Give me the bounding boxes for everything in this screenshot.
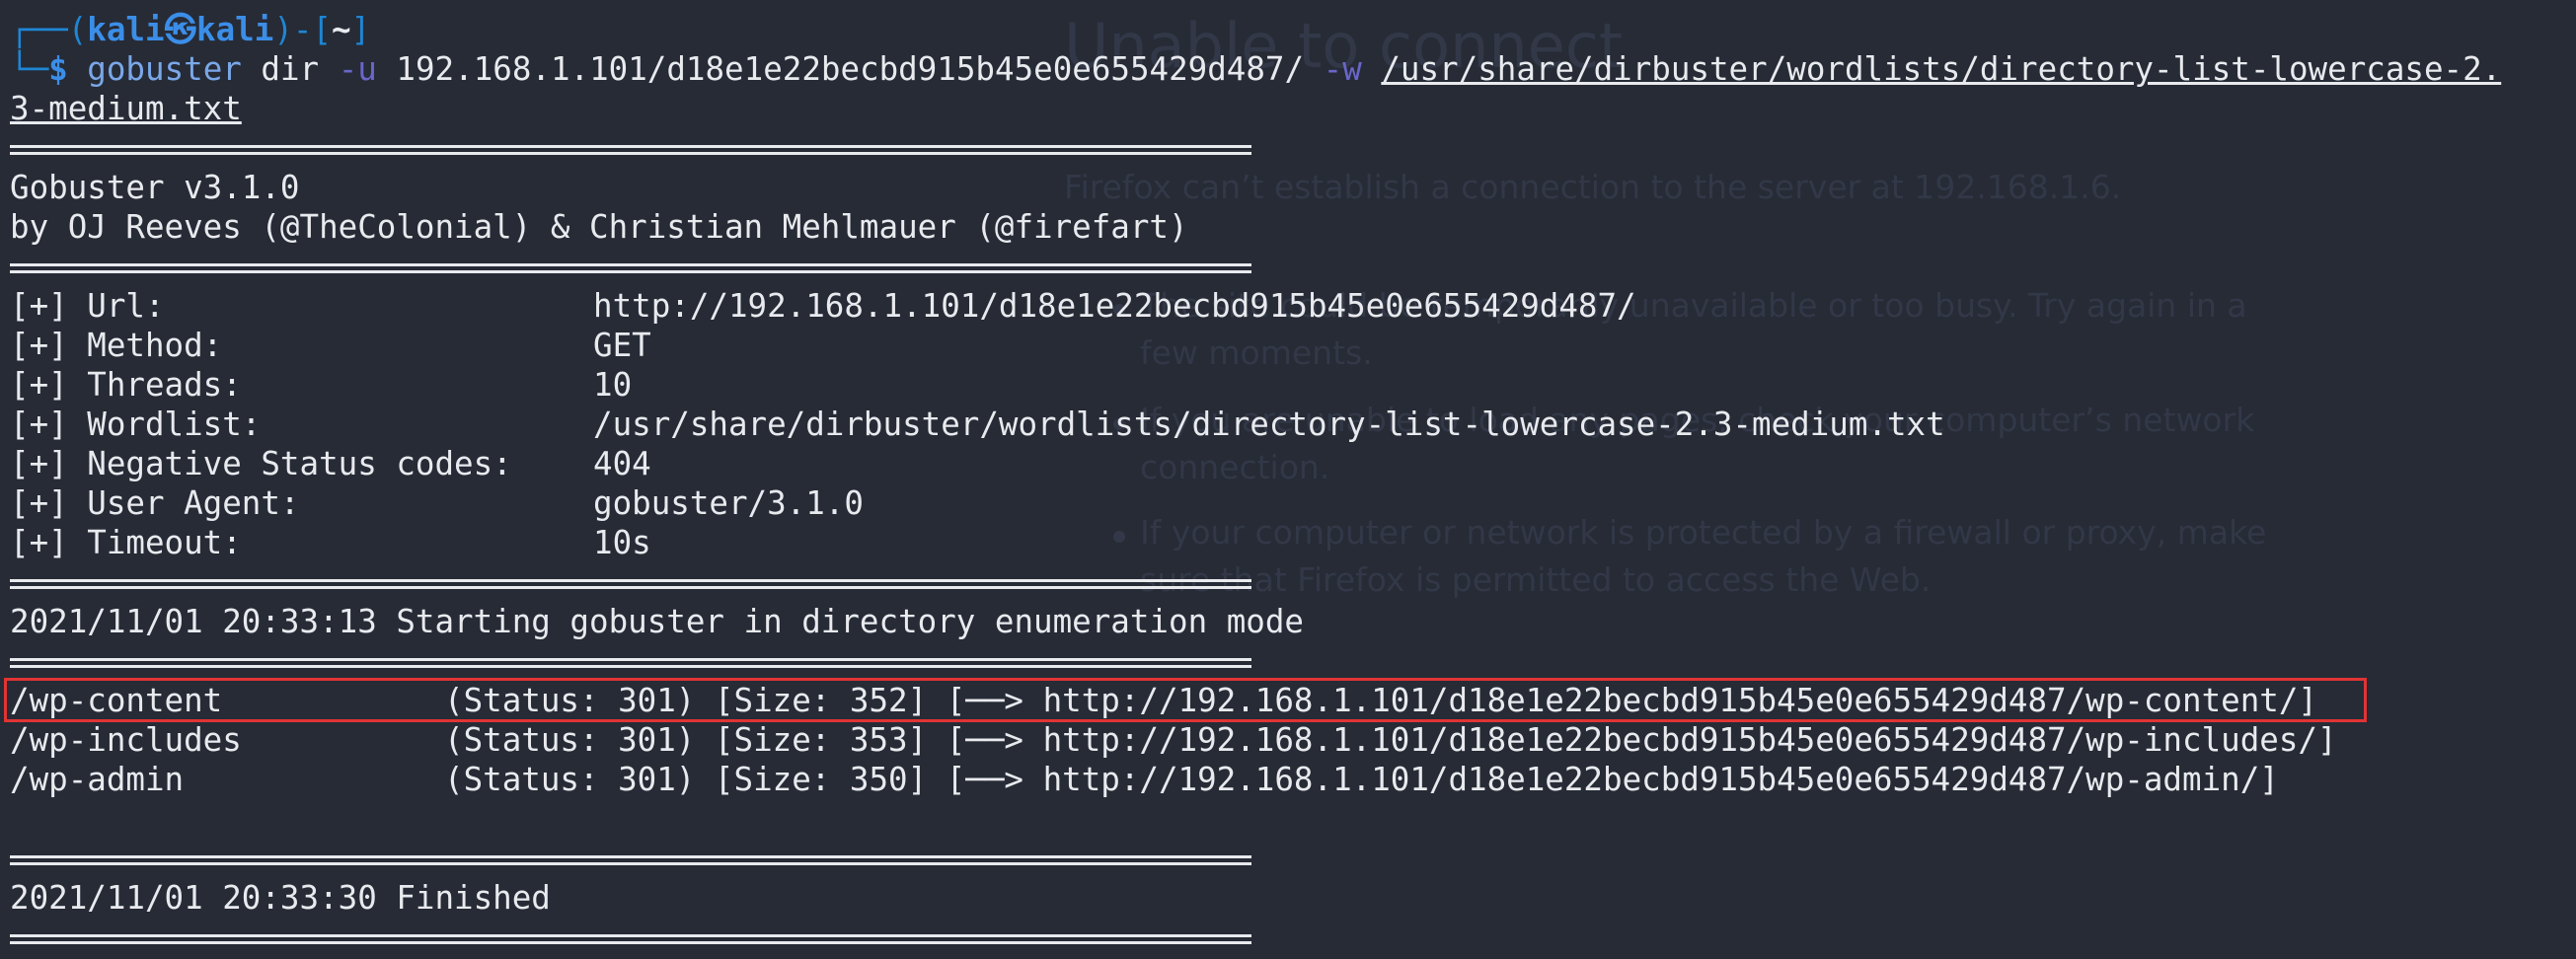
prompt-frame-mid: )-[ xyxy=(273,11,333,48)
separator-rule xyxy=(10,855,1251,865)
result-info: (Status: 301) [Size: 352] [──> http://19… xyxy=(444,682,2317,719)
config-key: [+] Wordlist: xyxy=(10,406,262,443)
separator-rule xyxy=(10,934,1251,944)
command-program: gobuster xyxy=(87,50,242,88)
url-flag: -u xyxy=(338,50,377,88)
config-value: http://192.168.1.101/d18e1e22becbd915b45… xyxy=(593,287,1636,325)
config-value: gobuster/3.1.0 xyxy=(593,484,864,522)
finish-message: 2021/11/01 20:33:30 Finished xyxy=(10,879,551,917)
prompt-user-host: kali㉿kali xyxy=(87,11,274,48)
config-row-url: [+] Url: http://192.168.1.101/d18e1e22bec… xyxy=(10,286,1984,326)
result-row-wp-includes[interactable]: /wp-includes (Status: 301) [Size: 353] [─… xyxy=(10,720,2379,760)
result-path: /wp-content xyxy=(10,682,223,719)
wordlist-flag: -w xyxy=(1323,50,1362,88)
command-line[interactable]: └─$ gobuster dir -u 192.168.1.101/d18e1e… xyxy=(10,49,2501,89)
separator-rule xyxy=(10,658,1251,668)
config-row-threads: [+] Threads: 10 xyxy=(10,365,1984,405)
config-value: 10s xyxy=(593,524,651,561)
start-message: 2021/11/01 20:33:13 Starting gobuster in… xyxy=(10,603,1304,640)
command-line-wrap: 3-medium.txt xyxy=(10,89,242,128)
result-info: (Status: 301) [Size: 350] [──> http://19… xyxy=(444,761,2279,798)
prompt-line: ┌──(kali㉿kali)-[~] xyxy=(10,10,370,49)
prompt-dollar: $ xyxy=(48,50,68,88)
config-value: 404 xyxy=(593,445,651,482)
config-key: [+] Timeout: xyxy=(10,524,242,561)
result-info: (Status: 301) [Size: 353] [──> http://19… xyxy=(444,721,2337,759)
prompt-cwd: ~ xyxy=(332,11,351,48)
wordlist-path-part2: 3-medium.txt xyxy=(10,90,242,127)
config-key: [+] Negative Status codes: xyxy=(10,445,512,482)
config-row-negative-status: [+] Negative Status codes: 404 xyxy=(10,444,1984,483)
prompt-corner: └─ xyxy=(10,50,49,88)
wordlist-path-part1: /usr/share/dirbuster/wordlists/directory… xyxy=(1381,50,2502,88)
config-row-wordlist: [+] Wordlist: /usr/share/dirbuster/wordli… xyxy=(10,405,1984,444)
result-row-wp-content[interactable]: /wp-content (Status: 301) [Size: 352] [──… xyxy=(10,681,2379,720)
terminal-window[interactable]: ┌──(kali㉿kali)-[~] └─$ gobuster dir -u 1… xyxy=(0,0,2576,959)
config-key: [+] Url: xyxy=(10,287,165,325)
separator-rule xyxy=(10,145,1251,155)
command-subcommand: dir xyxy=(261,50,320,88)
prompt-frame-open: ┌──( xyxy=(10,11,88,48)
config-key: [+] User Agent: xyxy=(10,484,300,522)
config-row-user-agent: [+] User Agent: gobuster/3.1.0 xyxy=(10,483,1984,523)
banner-version: Gobuster v3.1.0 xyxy=(10,169,300,206)
config-value: /usr/share/dirbuster/wordlists/directory… xyxy=(593,406,1945,443)
result-row-wp-admin[interactable]: /wp-admin (Status: 301) [Size: 350] [──> … xyxy=(10,760,2379,799)
config-row-method: [+] Method: GET xyxy=(10,326,1984,365)
result-path: /wp-includes xyxy=(10,721,242,759)
config-value: GET xyxy=(593,327,651,364)
result-path: /wp-admin xyxy=(10,761,185,798)
config-key: [+] Method: xyxy=(10,327,223,364)
config-value: 10 xyxy=(593,366,633,404)
separator-rule xyxy=(10,579,1251,589)
config-key: [+] Threads: xyxy=(10,366,242,404)
config-row-timeout: [+] Timeout: 10s xyxy=(10,523,1984,562)
url-argument: 192.168.1.101/d18e1e22becbd915b45e0e6554… xyxy=(396,50,1305,88)
separator-rule xyxy=(10,263,1251,273)
banner-authors: by OJ Reeves (@TheColonial) & Christian … xyxy=(10,208,1188,246)
prompt-frame-close: ] xyxy=(350,11,371,48)
